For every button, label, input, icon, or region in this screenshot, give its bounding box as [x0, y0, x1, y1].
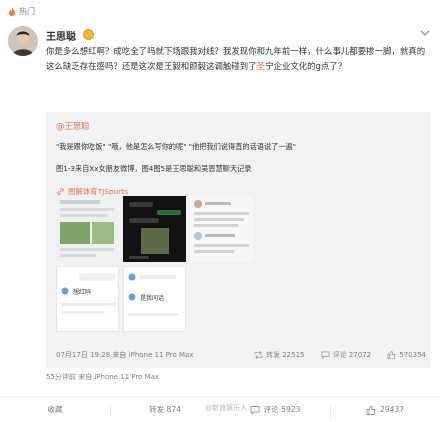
username[interactable]: 王思聪 — [46, 28, 76, 43]
favorite-button[interactable]: 收藏 — [0, 404, 110, 415]
repost-image-1[interactable] — [56, 196, 119, 262]
avatar[interactable] — [8, 26, 38, 56]
comment-icon — [321, 351, 330, 359]
repost-text-line2: 图1-3来自Xx女朋友微博，图4图5是王思聪和吴恩慧聊天记录 — [56, 164, 252, 173]
like-button[interactable]: 29437 — [330, 405, 440, 418]
repost-image-4[interactable]: 想红吗 — [56, 266, 119, 332]
comment-count[interactable]: 评论 27072 — [321, 350, 372, 360]
comment-button-label: 评论 5923 — [263, 405, 301, 414]
like-button-label: 29437 — [379, 405, 405, 414]
avatar-image — [8, 26, 38, 56]
chevron-down-icon[interactable] — [420, 30, 430, 37]
repost-image-4-label: 想红吗 — [73, 288, 91, 296]
repost-image-2[interactable] — [123, 196, 186, 262]
repost-image-5-label: 是我问话 — [140, 294, 164, 302]
vip-badge-icon — [83, 29, 94, 40]
post-text-part2: 宁企业文化的g点了？ — [265, 61, 347, 71]
link-icon — [57, 188, 64, 195]
like-count-label: 570354 — [399, 351, 426, 359]
repost-user-link[interactable]: @王思聪 — [56, 120, 90, 132]
repost-count[interactable]: 转发 22515 — [254, 350, 305, 360]
repost-meta-time: 07月17日 19:28 来自 iPhone 11 Pro Max — [56, 351, 194, 359]
post-footer-time: 55分钟前 来自 iPhone 11 Pro Max — [46, 373, 160, 381]
repost-button[interactable]: 转发 874 — [110, 404, 220, 417]
post-text: 你是多么想红啊？成吃全了吗就下场跟我对线？我发现你和九年前一样，什么事儿都要掺一… — [46, 44, 432, 74]
comment-count-label: 评论 27072 — [332, 351, 372, 359]
repost-text-line1: "我是跟你吃饭" "哦，他是怎么写你的呢" "他把我们说得直的话语说了一遍" — [56, 142, 297, 151]
repost-icon — [254, 351, 263, 359]
hot-label: 热门 — [19, 7, 35, 16]
like-count[interactable]: 570354 — [387, 350, 426, 360]
repost-meta-actions: 转发 22515 评论 27072 570354 — [254, 350, 426, 360]
post-text-highlight[interactable]: 圣 — [257, 61, 265, 71]
watermark: @新浪娱乐人 — [205, 404, 247, 412]
repost-image-3[interactable] — [190, 196, 253, 262]
thumbs-up-icon — [366, 405, 376, 415]
hot-tag: 热门 — [8, 6, 35, 17]
flame-icon — [9, 7, 15, 16]
favorite-label: 收藏 — [47, 405, 63, 414]
comment-icon — [250, 405, 259, 415]
thumbs-up-icon — [387, 351, 396, 359]
repost-count-label: 转发 22515 — [266, 351, 305, 359]
repost-button-label: 转发 874 — [148, 405, 182, 414]
post-text-part1: 你是多么想红啊？成吃全了吗就下场跟我对线？我发现你和九年前一样，什么事儿都要掺一… — [46, 46, 426, 71]
repost-image-5[interactable]: 是我问话 — [123, 266, 186, 332]
repost-box: @王思聪 "我是跟你吃饭" "哦，他是怎么写你的呢" "他把我们说得直的话语说了… — [46, 112, 430, 368]
